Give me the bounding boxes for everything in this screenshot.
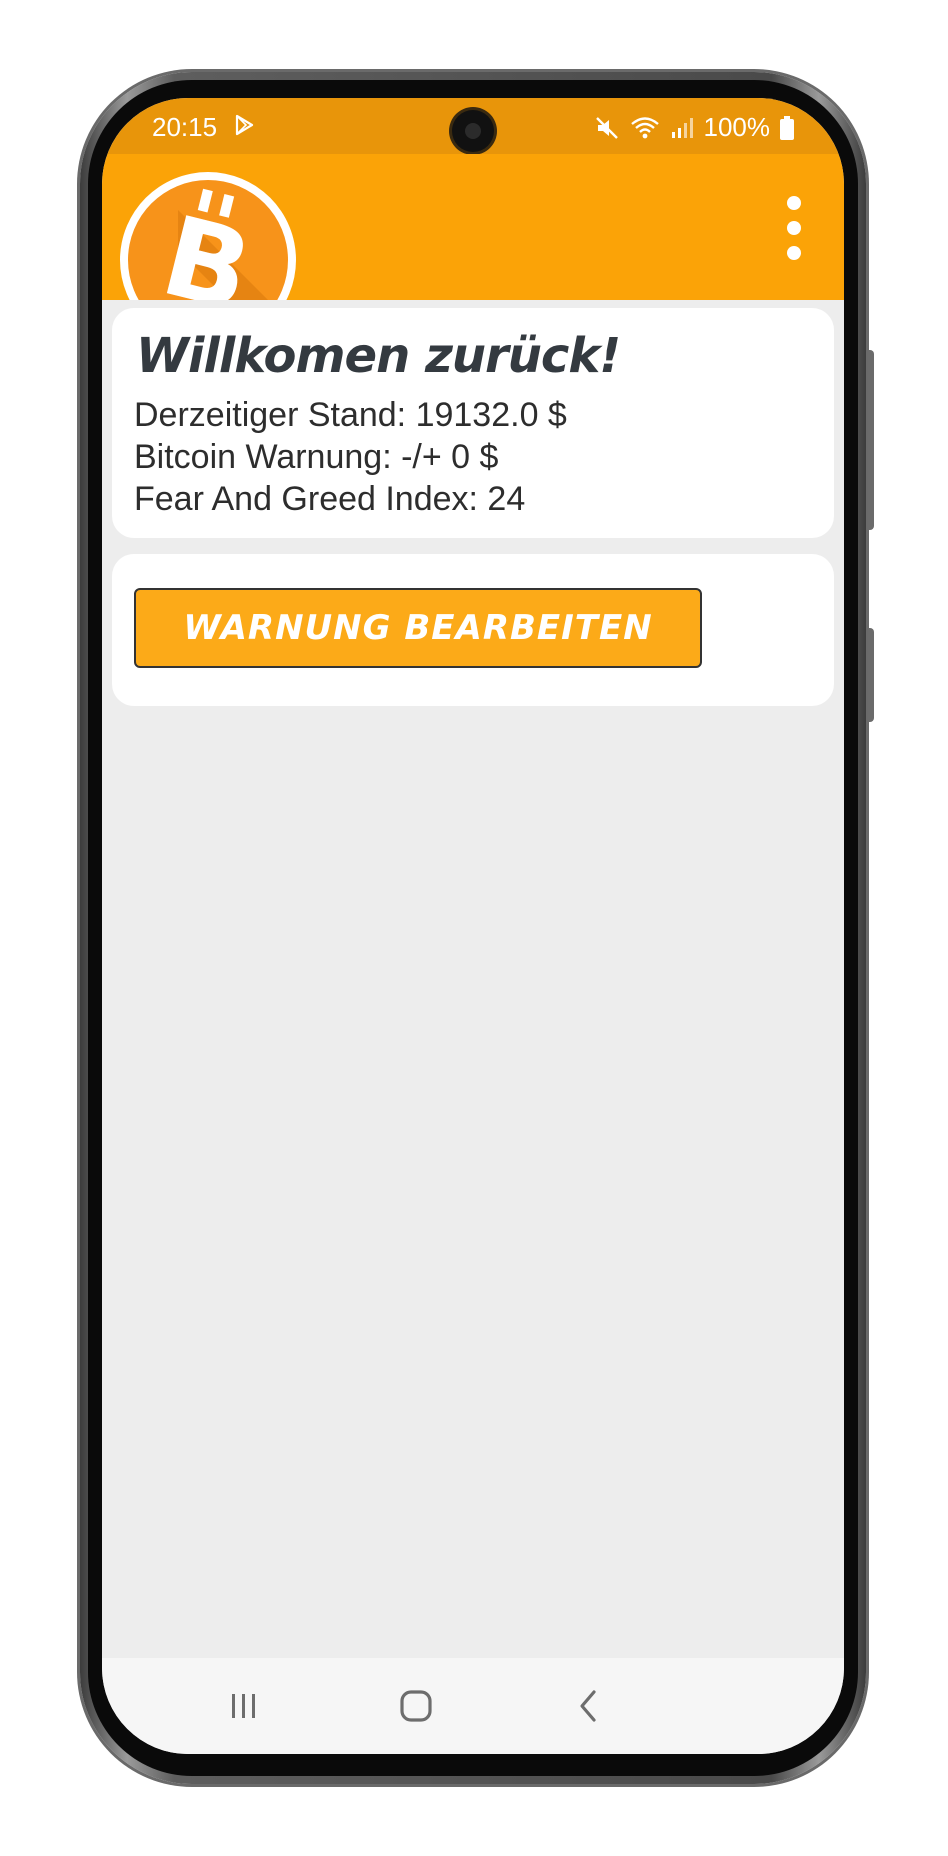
welcome-card: Willkomen zurück! Derzeitiger Stand: 191… <box>112 308 834 538</box>
wifi-icon <box>630 115 660 141</box>
status-time: 20:15 <box>152 112 218 142</box>
home-icon[interactable] <box>392 1682 440 1730</box>
navigation-bar <box>102 1658 844 1754</box>
more-vert-icon[interactable] <box>782 196 806 260</box>
edit-warning-button[interactable]: WARNUNG BEARBEITEN <box>134 588 702 668</box>
screen: 20:15 100% B Willkomen zurück! Derzeitig… <box>102 98 844 1754</box>
signal-icon <box>670 116 694 140</box>
warning-text: Bitcoin Warnung: -/+ 0 $ <box>134 438 499 476</box>
back-icon[interactable] <box>564 1682 612 1730</box>
power-button <box>868 628 874 722</box>
play-store-icon <box>232 113 256 137</box>
battery-percent: 100% <box>703 112 771 142</box>
phone-frame: 20:15 100% B Willkomen zurück! Derzeitig… <box>80 72 874 1784</box>
front-camera <box>452 110 494 152</box>
status-bar: 20:15 100% <box>102 98 844 154</box>
current-price-text: Derzeitiger Stand: 19132.0 $ <box>134 396 567 434</box>
recent-apps-icon[interactable] <box>220 1682 268 1730</box>
menu-dot <box>787 196 801 210</box>
status-icons: 100% <box>594 112 794 143</box>
menu-dot <box>787 246 801 260</box>
action-card: WARNUNG BEARBEITEN <box>112 554 834 706</box>
welcome-title: Willkomen zurück! <box>136 328 621 384</box>
battery-icon <box>780 115 794 140</box>
bitcoin-logo-icon: B <box>118 170 298 300</box>
volume-button <box>868 350 874 530</box>
app-bar: B <box>102 154 844 300</box>
menu-dot <box>787 221 801 235</box>
fear-greed-text: Fear And Greed Index: 24 <box>134 480 526 518</box>
mute-icon <box>594 115 620 141</box>
